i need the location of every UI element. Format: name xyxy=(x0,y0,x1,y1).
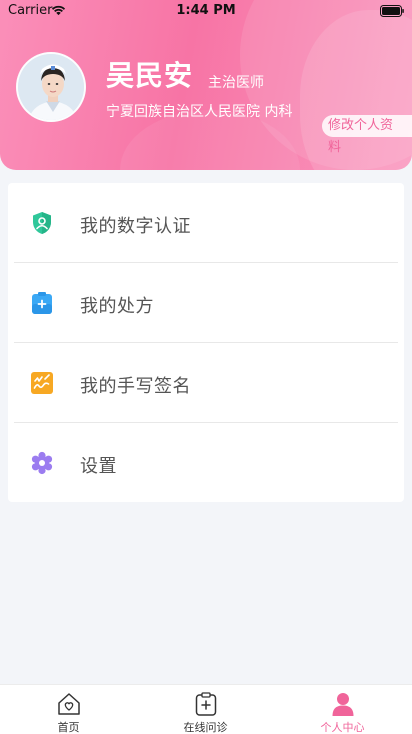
menu-item-settings[interactable]: 设置 xyxy=(8,423,404,502)
menu-item-label: 我的处方 xyxy=(80,296,154,317)
shield-user-icon xyxy=(33,212,51,234)
clipboard-plus-icon xyxy=(195,692,217,716)
tab-personal-center[interactable]: 个人中心 xyxy=(274,685,411,734)
tab-bar: 首页 在线问诊 个人中心 xyxy=(0,684,412,734)
status-time: 1:44 PM xyxy=(176,3,236,18)
gear-icon xyxy=(31,451,53,475)
menu-item-prescriptions[interactable]: 我的处方 xyxy=(8,263,404,342)
signature-icon xyxy=(31,372,53,394)
menu-item-handwritten-signature[interactable]: 我的手写签名 xyxy=(8,343,404,422)
tab-home[interactable]: 首页 xyxy=(0,685,137,734)
person-icon xyxy=(332,693,354,716)
menu-item-digital-certificate[interactable]: 我的数字认证 xyxy=(8,183,404,262)
menu-card: 我的数字认证 我的处方 我的手写签名 设置 xyxy=(8,183,404,502)
nurse-portrait-icon xyxy=(18,54,84,120)
avatar xyxy=(16,52,86,122)
profile-header: Carrier 1:44 PM 吴民安 主治医师 宁夏回族自治区人民医院 内科 … xyxy=(0,0,412,170)
tab-label: 个人中心 xyxy=(320,721,365,734)
doctor-name: 吴民安 xyxy=(106,59,194,92)
doctor-title: 主治医师 xyxy=(208,75,264,91)
tab-label: 首页 xyxy=(57,721,80,734)
home-heart-icon xyxy=(58,693,80,715)
tab-online-consultation[interactable]: 在线问诊 xyxy=(137,685,274,734)
clipboard-plus-icon xyxy=(32,292,52,314)
tab-label: 在线问诊 xyxy=(183,721,228,734)
menu-item-label: 我的数字认证 xyxy=(80,216,191,237)
edit-profile-button[interactable]: 修改个人资料 xyxy=(322,115,412,155)
menu-item-label: 设置 xyxy=(80,456,117,477)
status-bar: Carrier 1:44 PM xyxy=(0,0,412,22)
menu-item-label: 我的手写签名 xyxy=(80,376,191,397)
battery-icon xyxy=(380,5,404,17)
hospital-department: 宁夏回族自治区人民医院 内科 xyxy=(106,104,293,120)
